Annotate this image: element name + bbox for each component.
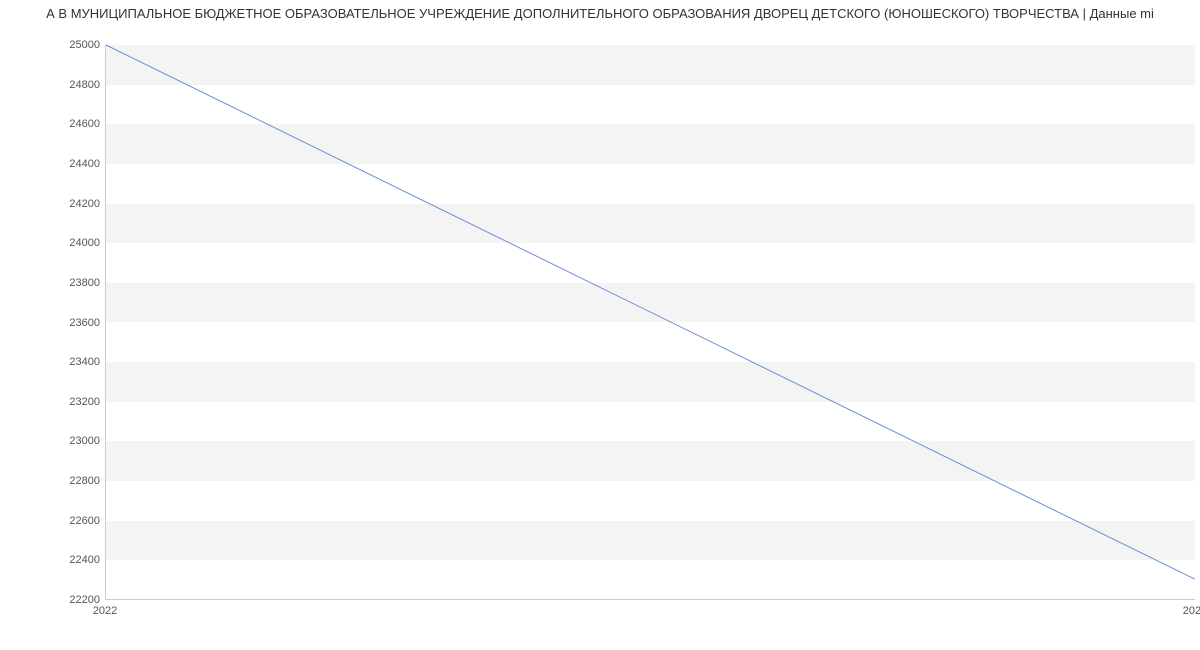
chart-container: А В МУНИЦИПАЛЬНОЕ БЮДЖЕТНОЕ ОБРАЗОВАТЕЛЬ… (0, 0, 1200, 650)
y-tick-label: 23800 (10, 277, 100, 289)
x-tick-label: 2022 (93, 605, 117, 617)
y-tick-label: 23600 (10, 317, 100, 329)
chart-title: А В МУНИЦИПАЛЬНОЕ БЮДЖЕТНОЕ ОБРАЗОВАТЕЛЬ… (0, 6, 1200, 21)
y-tick-label: 24800 (10, 79, 100, 91)
y-tick-label: 23200 (10, 396, 100, 408)
y-tick-label: 22600 (10, 515, 100, 527)
y-tick-label: 24000 (10, 237, 100, 249)
y-tick-label: 22800 (10, 475, 100, 487)
y-tick-label: 24200 (10, 198, 100, 210)
line-series (106, 45, 1195, 579)
x-tick-label: 2024 (1183, 605, 1200, 617)
y-tick-label: 23000 (10, 435, 100, 447)
y-tick-label: 22200 (10, 594, 100, 606)
y-tick-label: 22400 (10, 554, 100, 566)
y-tick-label: 25000 (10, 39, 100, 51)
plot-area (105, 45, 1195, 600)
data-line-svg (106, 45, 1195, 599)
y-tick-label: 24600 (10, 118, 100, 130)
y-tick-label: 23400 (10, 356, 100, 368)
y-tick-label: 24400 (10, 158, 100, 170)
